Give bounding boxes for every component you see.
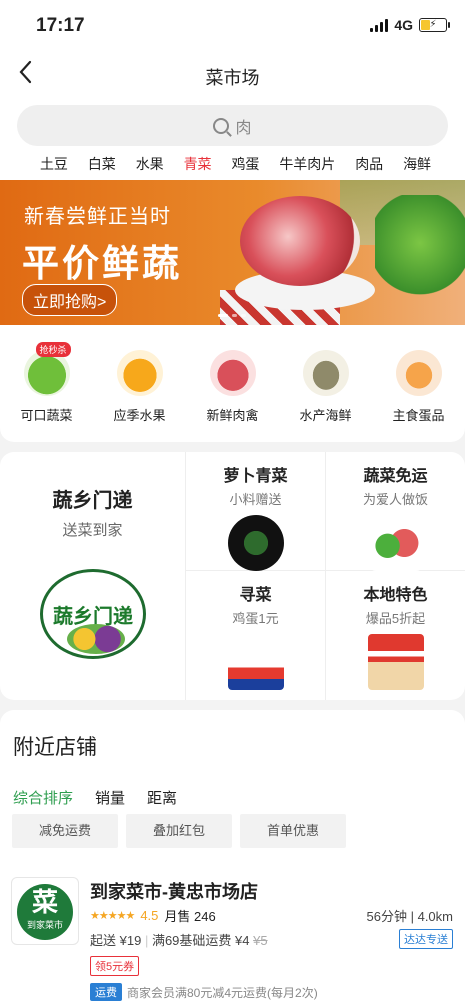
greens-image [375,195,465,315]
freight-badge: 运费 [90,983,122,1001]
promo-cell-find[interactable]: 寻菜 鸡蛋1元 [186,571,325,690]
store-rating: ★★★★★ 4.5 月售 246 [90,906,216,925]
base-fee: 满69基础运费 ¥4 [151,933,250,948]
store-name[interactable]: 到家菜市-黄忠市场店 [90,878,258,904]
promo-main-title: 蔬乡门递 [52,490,133,512]
keyword-2[interactable]: 水果 [136,154,164,174]
vegetable-basket-icon [67,624,125,654]
promo-cell-free-shipping[interactable]: 蔬菜免运 为爱人做饭 [326,452,465,571]
category-seafood[interactable]: 水产海鲜 [286,350,366,442]
delivery-type-badge: 达达专送 [399,929,453,949]
store-logo-char: 菜 [31,887,58,917]
meat-icon [209,350,256,396]
search-input[interactable]: 肉 [17,105,448,146]
section-title: 附近店铺 [13,736,97,759]
category-label: 水产海鲜 [299,408,352,423]
page-title: 菜市场 [205,68,260,88]
meat-image [240,196,360,286]
category-label: 可口蔬菜 [20,408,73,423]
status-time: 17:17 [36,15,85,36]
egg-icon [395,350,442,396]
vegetables-meat-icon [367,515,424,571]
search-placeholder: 肉 [235,119,252,137]
filter-free-delivery[interactable]: 减免运费 [12,814,118,848]
store-logo-badge: 菜 到家菜市 [17,884,73,940]
keyword-5[interactable]: 牛羊肉片 [279,154,335,174]
carousel-dots [218,314,246,317]
promo-main-card[interactable]: 蔬乡门递 送菜到家 蔬乡门递 [0,452,186,700]
min-order: 起送 ¥19 [90,933,142,948]
store-logo[interactable]: 菜 到家菜市 [11,877,79,945]
signal-icon [370,18,389,32]
banner-title: 平价鲜蔬 [22,243,182,284]
keyword-0[interactable]: 土豆 [40,154,68,174]
nearby-stores: 附近店铺 综合排序 销量 距离 减免运费 叠加红包 首单优惠 菜 到家菜市 到家… [0,710,465,1006]
rating-score: 4.5 [140,908,159,923]
search-section: 肉 土豆 白菜 水果 青菜 鸡蛋 牛羊肉片 肉品 海鲜 [0,98,465,180]
banner-subtitle: 新春尝鲜正当时 [24,206,171,228]
promo-cell-subtitle: 鸡蛋1元 [232,611,279,626]
category-label: 主食蛋品 [392,408,445,423]
eta-distance: 56分钟 | 4.0km [366,909,453,924]
promo-cell-title: 萝卜青菜 [223,468,288,485]
category-vegetables[interactable]: 抢秒杀 可口蔬菜 [7,342,87,442]
freight-text: 商家会员满80元减4元运费(每月2次) [127,985,318,1000]
star-rating-icon: ★★★★★ [90,910,135,922]
category-label: 新鲜肉禽 [206,408,259,423]
filter-first-order[interactable]: 首单优惠 [240,814,346,848]
filter-chips: 减免运费 叠加红包 首单优惠 [12,814,346,848]
sort-tabs: 综合排序 销量 距离 [13,787,177,808]
flash-sale-tag: 抢秒杀 [35,342,71,357]
category-row: 抢秒杀 可口蔬菜 应季水果 新鲜肉禽 水产海鲜 主食蛋品 [0,325,465,442]
promo-cell-title: 寻菜 [239,587,272,604]
delivery-fee: 起送 ¥19 | 满69基础运费 ¥4 ¥5 [90,933,268,948]
promo-main-subtitle: 送菜到家 [62,522,123,539]
category-meat[interactable]: 新鲜肉禽 [193,350,273,442]
status-bar: 17:17 4G ⚡ [0,0,465,52]
keyword-7[interactable]: 海鲜 [403,154,431,174]
orange-icon [116,350,163,396]
fish-icon [302,350,349,396]
keyword-4[interactable]: 鸡蛋 [231,154,259,174]
monthly-sales: 月售 246 [164,909,216,924]
category-fruits[interactable]: 应季水果 [100,350,180,442]
banner-buy-button[interactable]: 立即抢购> [22,284,118,316]
network-label: 4G [394,17,413,33]
coupon-badge[interactable]: 领5元券 [90,956,140,976]
category-label: 应季水果 [113,408,166,423]
original-fee: ¥5 [253,933,268,948]
promo-banner[interactable]: 新春尝鲜正当时 平价鲜蔬 立即抢购> [0,180,465,325]
keyword-6[interactable]: 肉品 [355,154,383,174]
store-logo-text: 到家菜市 [26,920,63,930]
category-staples[interactable]: 主食蛋品 [379,350,459,442]
promo-cell-radish[interactable]: 萝卜青菜 小料赠送 [186,452,325,571]
promo-cell-local[interactable]: 本地特色 爆品5折起 [326,571,465,690]
status-right: 4G ⚡ [370,17,450,33]
freight-promo: 运费 商家会员满80元减4元运费(每月2次) [90,983,318,1001]
sort-sales[interactable]: 销量 [95,787,125,808]
keyword-1[interactable]: 白菜 [88,154,116,174]
sort-comprehensive[interactable]: 综合排序 [13,787,73,808]
nav-bar: 菜市场 [0,52,465,98]
hot-keywords: 土豆 白菜 水果 青菜 鸡蛋 牛羊肉片 肉品 海鲜 [0,154,465,174]
battery-icon: ⚡ [419,18,450,32]
chef-logo-icon [227,634,284,690]
shuxiang-logo: 蔬乡门递 [40,569,146,659]
promo-cell-title: 本地特色 [363,587,428,604]
promo-cell-subtitle: 小料赠送 [229,492,282,507]
sort-distance[interactable]: 距离 [147,787,177,808]
shop-front-icon [367,634,424,690]
search-icon [213,117,230,134]
promo-cell-title: 蔬菜免运 [363,468,428,485]
carrot-logo-icon [227,515,284,571]
keyword-3[interactable]: 青菜 [184,154,212,174]
promo-grid: 蔬乡门递 送菜到家 蔬乡门递 萝卜青菜 小料赠送 蔬菜免运 为爱人做饭 寻菜 鸡… [0,452,465,700]
promo-cell-subtitle: 为爱人做饭 [362,492,428,507]
filter-stack-coupon[interactable]: 叠加红包 [126,814,232,848]
promo-cell-subtitle: 爆品5折起 [365,611,426,626]
